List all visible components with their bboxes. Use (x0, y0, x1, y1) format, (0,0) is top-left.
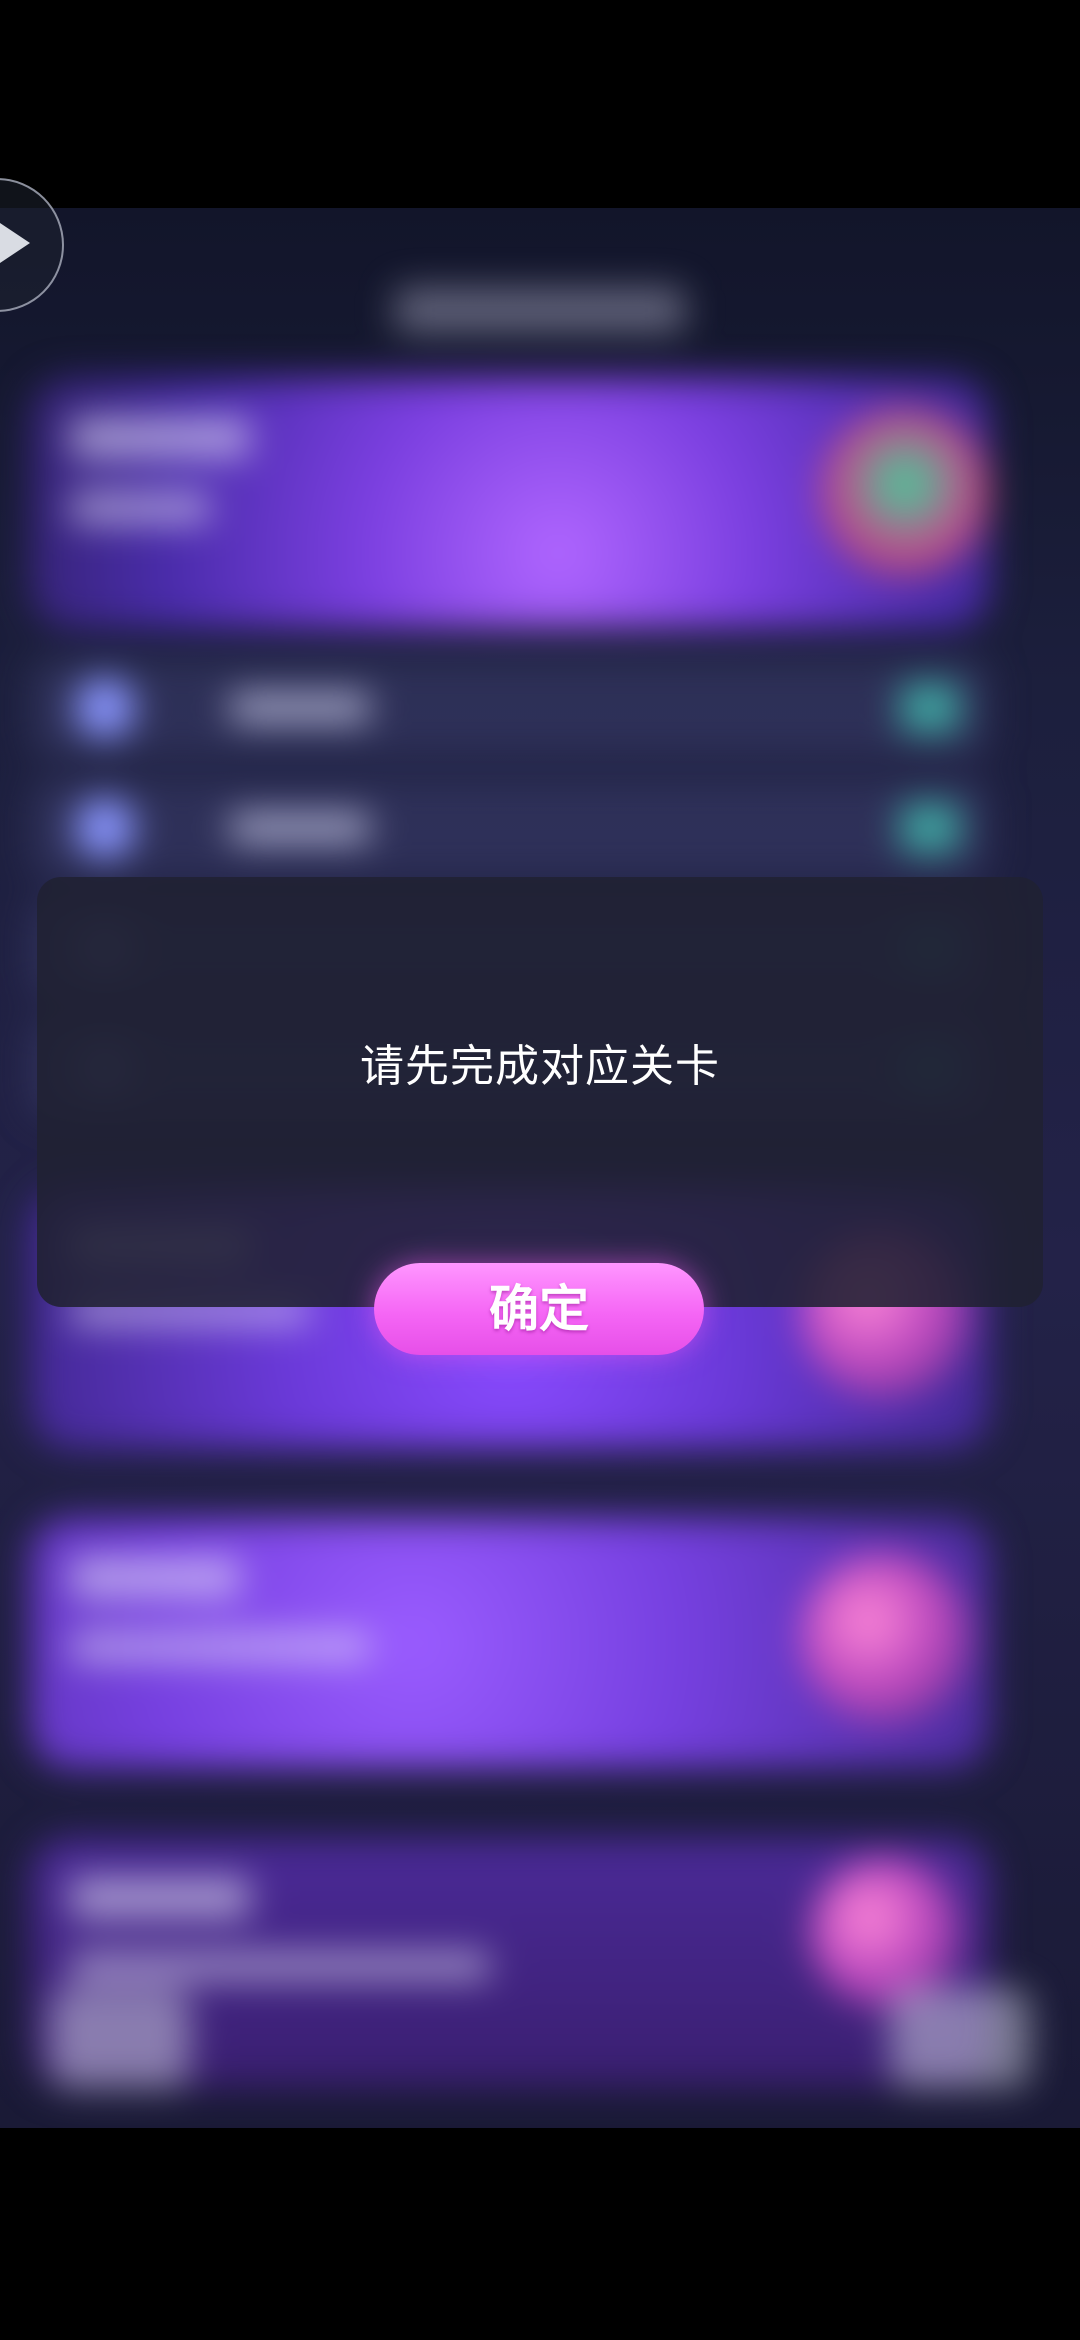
background-list-row (30, 778, 990, 878)
background-card (30, 1518, 990, 1768)
card-thumbnail (890, 1988, 1030, 2088)
play-icon (0, 223, 30, 263)
row-status-icon (900, 683, 960, 733)
row-text-block (230, 693, 370, 723)
alert-dialog: 请先完成对应关卡 确定 (37, 877, 1043, 1355)
card-reward-orb (810, 1858, 960, 2008)
screen: 请先完成对应关卡 确定 (0, 0, 1080, 2340)
card-title-block (70, 418, 250, 458)
card-thumbnail (50, 1988, 190, 2088)
card-title-block (70, 1558, 240, 1598)
row-icon (75, 798, 135, 858)
card-subtitle-block (70, 1953, 490, 1979)
row-status-icon (900, 803, 960, 853)
row-icon (75, 678, 135, 738)
row-text-block (230, 813, 370, 843)
card-reward-orb (820, 408, 990, 578)
card-subtitle-block (70, 493, 210, 523)
background-title-block (395, 288, 685, 332)
card-title-block (70, 1878, 250, 1918)
card-reward-orb (800, 1553, 970, 1723)
dialog-message: 请先完成对应关卡 (360, 1041, 720, 1092)
background-card (30, 378, 990, 628)
confirm-button[interactable]: 确定 (374, 1263, 704, 1355)
card-subtitle-block (70, 1633, 370, 1661)
background-card (30, 1838, 1030, 2088)
background-list-row (30, 658, 990, 758)
